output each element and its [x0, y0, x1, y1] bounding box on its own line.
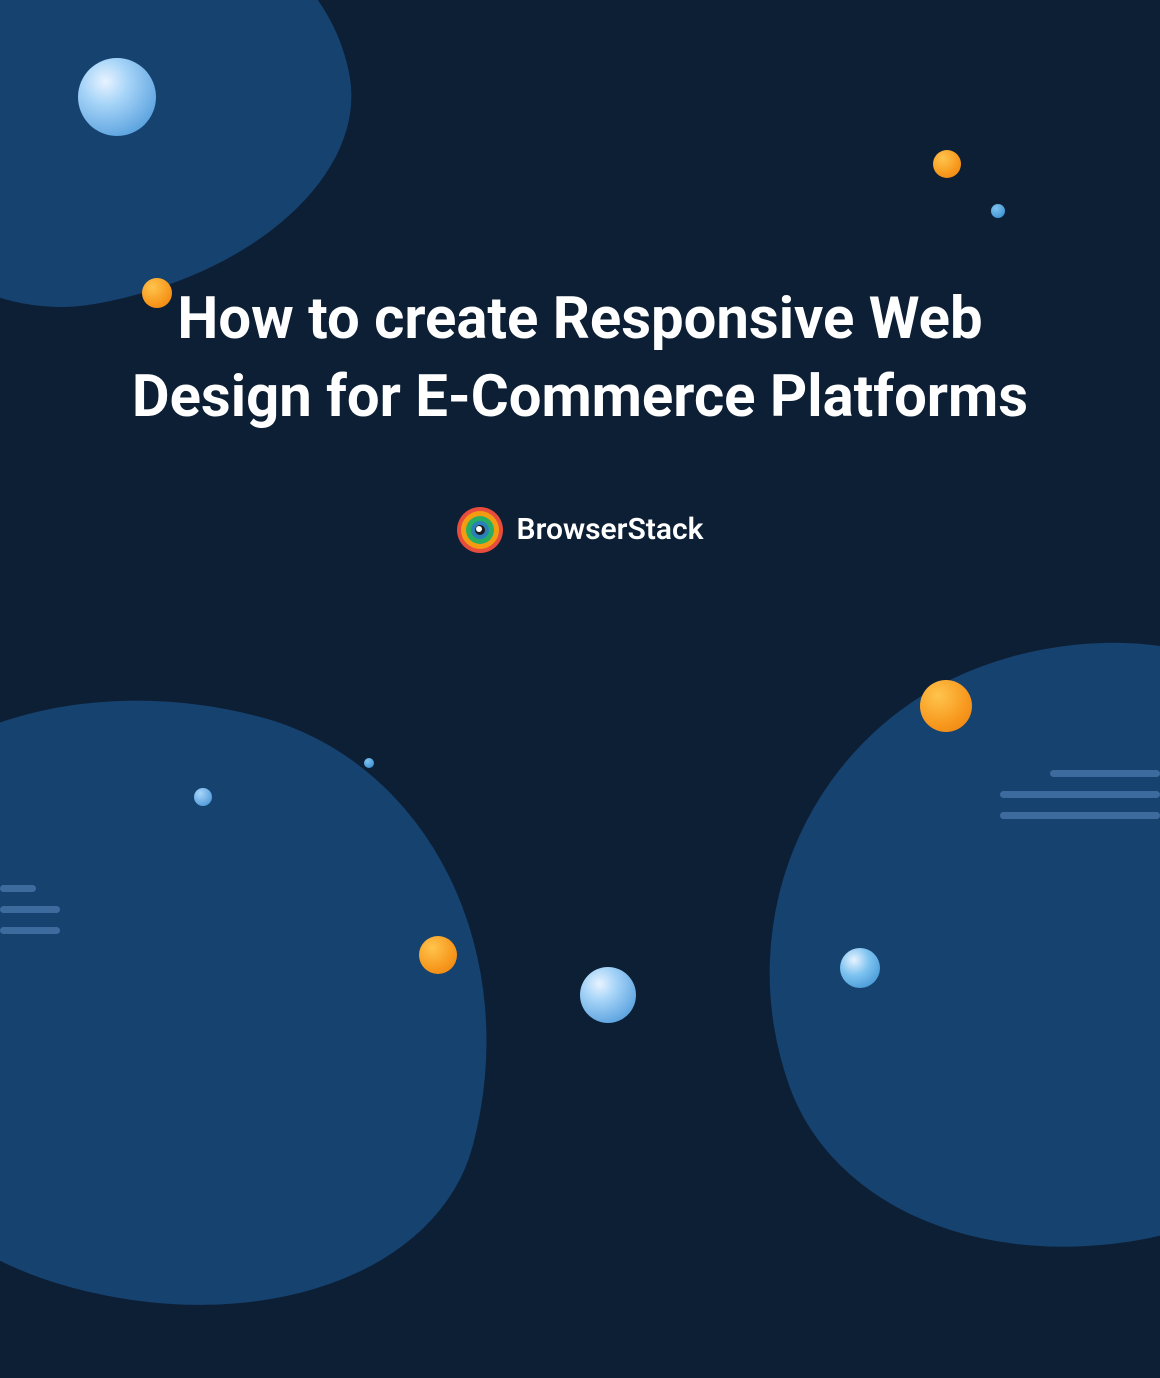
decorative-lines-left — [0, 885, 60, 948]
decorative-blob-bottom-right — [677, 555, 1160, 1341]
brand-name: BrowserStack — [517, 512, 704, 547]
decorative-circle-icon — [419, 936, 457, 974]
decorative-circle-icon — [194, 788, 212, 806]
main-content: How to create Responsive Web Design for … — [0, 280, 1160, 553]
decorative-blob-bottom-left — [0, 618, 566, 1378]
decorative-circle-icon — [364, 758, 374, 768]
decorative-circle-icon — [580, 967, 636, 1023]
brand: BrowserStack — [120, 507, 1040, 553]
decorative-circle-icon — [920, 680, 972, 732]
decorative-circle-icon — [933, 150, 961, 178]
page-title: How to create Responsive Web Design for … — [120, 280, 1040, 437]
decorative-circle-icon — [78, 58, 156, 136]
decorative-lines-right — [1000, 770, 1160, 833]
browserstack-logo-icon — [457, 507, 503, 553]
decorative-circle-icon — [840, 948, 880, 988]
decorative-circle-icon — [991, 204, 1005, 218]
